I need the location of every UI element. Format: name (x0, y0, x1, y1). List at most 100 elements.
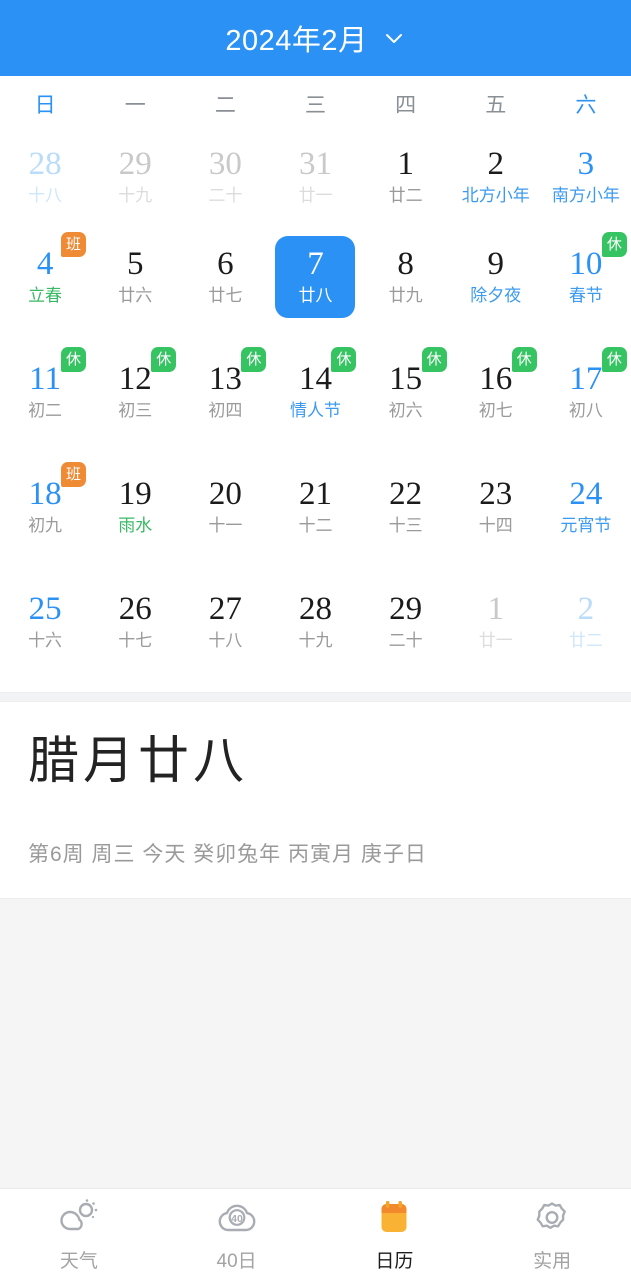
day-cell[interactable]: 11 初二 休 (0, 343, 90, 458)
day-box: 12 初三 休 (95, 347, 177, 433)
day-box: 24 元宵节 (546, 466, 626, 548)
day-sublabel: 十七 (118, 631, 153, 650)
day-sublabel: 十八 (208, 631, 243, 650)
day-cell[interactable]: 2 北方小年 (451, 128, 541, 228)
day-number: 29 (389, 591, 423, 627)
day-cell[interactable]: 8 廿九 (361, 228, 451, 343)
day-cell[interactable]: 18 初九 班 (0, 458, 90, 573)
day-sublabel: 北方小年 (461, 186, 530, 205)
day-cell[interactable]: 29 二十 (361, 573, 451, 688)
day-number: 1 (397, 146, 414, 182)
day-box: 11 初二 休 (5, 347, 87, 433)
day-number: 29 (118, 146, 152, 182)
day-cell[interactable]: 28 十九 (270, 573, 360, 688)
day-sublabel: 十二 (298, 516, 333, 535)
tab-天气[interactable]: 天气 (0, 1196, 158, 1273)
day-cell[interactable]: 6 廿七 (180, 228, 270, 343)
day-cell[interactable]: 24 元宵节 (541, 458, 631, 573)
month-selector[interactable]: 2024年2月 (225, 17, 405, 59)
page-title: 2024年2月 (225, 25, 368, 57)
day-number: 31 (298, 146, 332, 182)
day-sublabel: 十四 (478, 516, 513, 535)
day-sublabel: 初二 (28, 401, 63, 420)
gear-icon[interactable] (530, 1196, 574, 1240)
day-number: 1 (487, 591, 505, 627)
tab-实用[interactable]: 实用 (473, 1196, 631, 1273)
restday-badge: 休 (421, 347, 447, 372)
day-number: 24 (569, 476, 603, 512)
tab-日历[interactable]: 日历 (316, 1196, 474, 1273)
day-box: 13 初四 休 (185, 347, 267, 433)
day-cell[interactable]: 15 初六 休 (361, 343, 451, 458)
day-number: 4 (36, 246, 54, 282)
day-cell[interactable]: 20 十一 (180, 458, 270, 573)
day-box: 18 初九 班 (5, 462, 87, 548)
day-cell[interactable]: 1 廿二 (361, 128, 451, 228)
cloud-40-icon[interactable]: 40 (215, 1196, 259, 1240)
day-cell[interactable]: 28 十八 (0, 128, 90, 228)
restday-badge: 休 (61, 347, 87, 372)
day-number: 30 (208, 146, 242, 182)
day-box: 22 十三 (366, 466, 446, 548)
day-sublabel: 廿八 (298, 286, 333, 305)
day-number: 28 (298, 591, 332, 627)
day-cell[interactable]: 22 十三 (361, 458, 451, 573)
day-box: 15 初六 休 (366, 347, 447, 433)
day-cell[interactable]: 10 春节 休 (541, 228, 631, 343)
calendar-grid: 28 十八 29 十九 30 二十 31 廿一 1 廿二 2 北方小年 3 南方小年 4 立春班 5 廿六 6 廿七 7… (0, 128, 631, 692)
day-sublabel: 十一 (208, 516, 243, 535)
weekday-label-6: 六 (575, 94, 597, 117)
day-cell[interactable]: 1 廿一 (451, 573, 541, 688)
day-box: 4 立春 班 (5, 232, 87, 318)
day-sublabel: 情人节 (289, 401, 341, 420)
day-cell[interactable]: 31 廿一 (270, 128, 360, 228)
day-cell[interactable]: 30 二十 (180, 128, 270, 228)
day-box: 10 春节 休 (546, 232, 627, 318)
day-sublabel: 初四 (208, 401, 243, 420)
tab-label: 40日 (216, 1251, 257, 1272)
day-sublabel: 初九 (28, 516, 63, 535)
day-cell[interactable]: 21 十二 (270, 458, 360, 573)
day-sublabel: 廿六 (118, 286, 153, 305)
day-sublabel: 立春 (28, 286, 63, 305)
day-cell[interactable]: 17 初八 休 (541, 343, 631, 458)
day-cell[interactable]: 4 立春 班 (0, 228, 90, 343)
day-cell[interactable]: 27 十八 (180, 573, 270, 688)
day-number: 2 (577, 591, 595, 627)
day-cell[interactable]: 5 廿六 (90, 228, 180, 343)
day-cell[interactable]: 9 除夕夜 (451, 228, 541, 343)
day-box: 27 十八 (185, 581, 265, 663)
day-cell[interactable]: 16 初七 休 (451, 343, 541, 458)
day-sublabel: 廿二 (568, 631, 603, 650)
day-cell[interactable]: 7 廿八 (270, 228, 360, 343)
day-cell[interactable]: 3 南方小年 (541, 128, 631, 228)
calendar-week-row: 18 初九 班 19 雨水 20 十一 21 十二 22 十三 23 十四 24 元宵节 (0, 458, 631, 573)
day-cell[interactable]: 29 十九 (90, 128, 180, 228)
day-box: 3 南方小年 (546, 136, 626, 218)
day-box: 8 廿九 (366, 236, 446, 318)
day-cell[interactable]: 19 雨水 (90, 458, 180, 573)
day-cell[interactable]: 25 十六 (0, 573, 90, 688)
day-cell[interactable]: 26 十七 (90, 573, 180, 688)
restday-badge: 休 (601, 232, 627, 257)
restday-badge: 休 (331, 347, 357, 372)
day-cell[interactable]: 13 初四 休 (180, 343, 270, 458)
day-number: 9 (487, 246, 505, 282)
calendar-icon[interactable] (372, 1196, 416, 1240)
day-cell[interactable]: 23 十四 (451, 458, 541, 573)
chevron-down-icon[interactable] (382, 26, 406, 50)
day-box: 29 十九 (95, 136, 175, 218)
day-cell[interactable]: 12 初三 休 (90, 343, 180, 458)
day-box: 21 十二 (275, 466, 355, 548)
weekday-label-4: 四 (395, 94, 417, 117)
cloud-sun-icon[interactable] (57, 1196, 101, 1240)
day-cell[interactable]: 2 廿二 (541, 573, 631, 688)
day-box: 17 初八 休 (546, 347, 627, 433)
tab-label: 日历 (375, 1251, 414, 1272)
tab-40日[interactable]: 40 40日 (158, 1196, 316, 1273)
day-cell[interactable]: 14 情人节 休 (270, 343, 360, 458)
day-box: 14 情人节 休 (275, 347, 357, 433)
day-sublabel: 廿一 (478, 631, 513, 650)
day-sublabel: 廿九 (388, 286, 423, 305)
day-number: 15 (389, 361, 423, 397)
